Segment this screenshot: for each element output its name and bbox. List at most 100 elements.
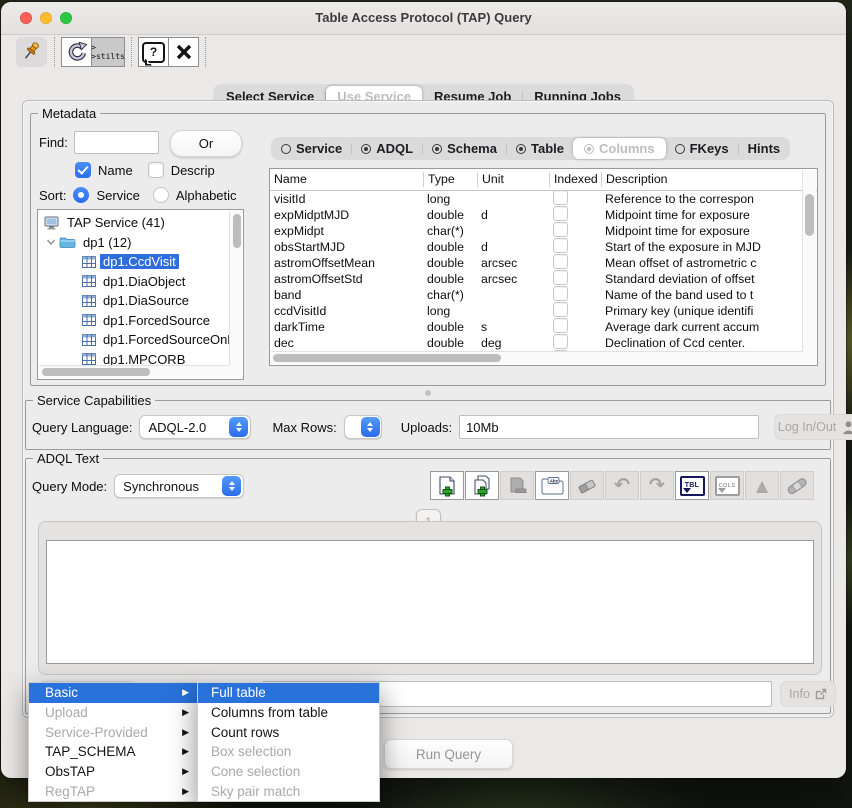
menu-item-tap-schema[interactable]: TAP_SCHEMA▶ (29, 742, 198, 762)
table-row[interactable]: astromOffsetMeandoublearcsecMean offset … (270, 255, 803, 271)
tree-item-dp1[interactable]: dp1 (12) (40, 233, 243, 253)
add-example-button[interactable] (430, 471, 464, 500)
chevron-expanded-icon[interactable] (46, 237, 56, 247)
help-button[interactable]: ? (138, 37, 169, 67)
splitter-handle[interactable] (425, 390, 431, 396)
column-header-unit[interactable]: Unit (477, 172, 549, 187)
name-checkbox[interactable] (75, 162, 91, 178)
indexed-checkbox[interactable] (553, 191, 568, 205)
indexed-checkbox[interactable] (553, 334, 568, 349)
clear-text-button[interactable] (570, 471, 604, 500)
pushpin-icon (20, 40, 44, 64)
tree-vscroll-thumb[interactable] (233, 214, 241, 248)
tree-item-forcedsourceond[interactable]: dp1.ForcedSourceOnD (40, 330, 243, 350)
stilts-button[interactable]: > >stilts (91, 37, 125, 67)
tree-item-diasource[interactable]: dp1.DiaSource (40, 291, 243, 311)
info-button[interactable]: Info (780, 681, 836, 707)
menu-item-cone-selection[interactable]: Cone selection (198, 762, 379, 782)
column-header-indexed[interactable]: Indexed (549, 172, 601, 187)
menu-item-columns-from-table[interactable]: Columns from table (198, 703, 379, 723)
indexed-checkbox[interactable] (553, 286, 568, 301)
table-vscroll-thumb[interactable] (805, 194, 814, 236)
menu-item-upload[interactable]: Upload▶ (29, 703, 198, 723)
tab-schema[interactable]: Schema (423, 138, 506, 159)
table-vertical-scrollbar[interactable] (802, 170, 816, 364)
descrip-checkbox[interactable] (148, 162, 164, 178)
menu-item-service-provided[interactable]: Service-Provided▶ (29, 722, 198, 742)
tab-service[interactable]: Service (272, 138, 351, 159)
table-horizontal-scrollbar[interactable] (271, 351, 803, 364)
remove-example-button[interactable] (500, 471, 534, 500)
service-capabilities-title: Service Capabilities (33, 393, 155, 408)
examples-submenu: Full table Columns from table Count rows… (197, 682, 380, 802)
table-row[interactable]: obsStartMJDdoubledStart of the exposure … (270, 239, 803, 255)
reload-button[interactable] (61, 37, 92, 67)
column-header-type[interactable]: Type (423, 172, 477, 187)
or-button[interactable]: Or (170, 130, 242, 157)
tab-columns[interactable]: Columns (573, 138, 666, 159)
tab-adql[interactable]: ADQL (352, 138, 422, 159)
table-row[interactable]: darkTimedoublesAverage dark current accu… (270, 319, 803, 335)
table-row[interactable]: bandchar(*)Name of the band used to t (270, 287, 803, 303)
redo-button[interactable]: ↷ (640, 471, 674, 500)
find-input[interactable] (74, 131, 159, 154)
indexed-checkbox[interactable] (553, 238, 568, 253)
menu-item-obstap[interactable]: ObsTAP▶ (29, 762, 198, 782)
login-button[interactable]: Log In/Out (774, 414, 852, 440)
tree-item-tap-service[interactable]: TAP Service (41) (40, 213, 243, 233)
menu-item-full-table[interactable]: Full table (198, 683, 379, 703)
tree-horizontal-scrollbar[interactable] (39, 365, 230, 378)
table-row[interactable]: expMidptMJDdoubledMidpoint time for expo… (270, 207, 803, 223)
menu-item-sky-pair-match[interactable]: Sky pair match (198, 781, 379, 801)
tree-vertical-scrollbar[interactable] (229, 211, 242, 378)
fix-errors-button[interactable] (780, 471, 814, 500)
query-mode-select[interactable]: Synchronous (114, 474, 244, 498)
tab-table[interactable]: Table (507, 138, 573, 159)
table-row[interactable]: decdoubledegDeclination of Ccd center. (270, 335, 803, 351)
table-row[interactable]: visitIdlongReference to the correspon (270, 191, 803, 207)
menu-item-box-selection[interactable]: Box selection (198, 742, 379, 762)
indexed-checkbox[interactable] (553, 206, 568, 221)
table-row[interactable]: ccdVisitIdlongPrimary key (unique identi… (270, 303, 803, 319)
tree-item-ccdvisit[interactable]: dp1.CcdVisit (40, 252, 243, 272)
max-rows-spinner[interactable] (344, 415, 382, 439)
indexed-checkbox[interactable] (553, 270, 568, 285)
columns-table[interactable]: Name Type Unit Indexed Description visit… (269, 168, 818, 366)
sort-service-radio[interactable] (73, 187, 89, 203)
tab-fkeys[interactable]: FKeys (666, 138, 738, 159)
run-query-button[interactable]: Run Query (384, 739, 513, 769)
table-row[interactable]: astromOffsetStddoublearcsecStandard devi… (270, 271, 803, 287)
edit-text-button[interactable]: Abc (535, 471, 569, 500)
parse-errors-button[interactable]: ▲ (745, 471, 779, 500)
column-header-name[interactable]: Name (270, 172, 423, 187)
add-multi-example-button[interactable] (465, 471, 499, 500)
tab-hints[interactable]: Hints (739, 138, 790, 159)
menu-item-regtap[interactable]: RegTAP▶ (29, 781, 198, 801)
insert-table-name-button[interactable]: TBL (675, 471, 709, 500)
indexed-checkbox[interactable] (553, 318, 568, 333)
menu-item-count-rows[interactable]: Count rows (198, 722, 379, 742)
close-tool-button[interactable] (168, 37, 199, 67)
adql-text-area[interactable] (46, 540, 814, 664)
table-hscroll-thumb[interactable] (273, 354, 501, 362)
indexed-checkbox[interactable] (553, 254, 568, 269)
indexed-checkbox[interactable] (553, 302, 568, 317)
indexed-checkbox[interactable] (553, 222, 568, 237)
metadata-tree[interactable]: TAP Service (41) dp1 (12) dp1.CcdVisit (37, 209, 244, 380)
undo-button[interactable]: ↶ (605, 471, 639, 500)
table-row[interactable]: expMidptchar(*)Midpoint time for exposur… (270, 223, 803, 239)
insert-columns-button[interactable]: COLS (710, 471, 744, 500)
metadata-group: Metadata Find: Or Name Descrip Sort: Ser… (30, 113, 826, 386)
tree-item-forcedsource[interactable]: dp1.ForcedSource (40, 311, 243, 331)
column-header-description[interactable]: Description (601, 172, 817, 187)
uploads-field[interactable]: 10Mb (459, 415, 759, 439)
tree-hscroll-thumb[interactable] (42, 368, 150, 376)
sort-alphabetic-radio[interactable] (153, 187, 169, 203)
combo-stepper-icon (229, 417, 248, 437)
menu-item-basic[interactable]: Basic▶ (29, 683, 198, 703)
descrip-checkbox-label: Descrip (171, 163, 215, 178)
cols-icon: COLS (715, 476, 740, 496)
tree-item-diaobject[interactable]: dp1.DiaObject (40, 272, 243, 292)
query-language-select[interactable]: ADQL-2.0 (139, 415, 251, 439)
pin-window-button[interactable] (16, 37, 47, 67)
